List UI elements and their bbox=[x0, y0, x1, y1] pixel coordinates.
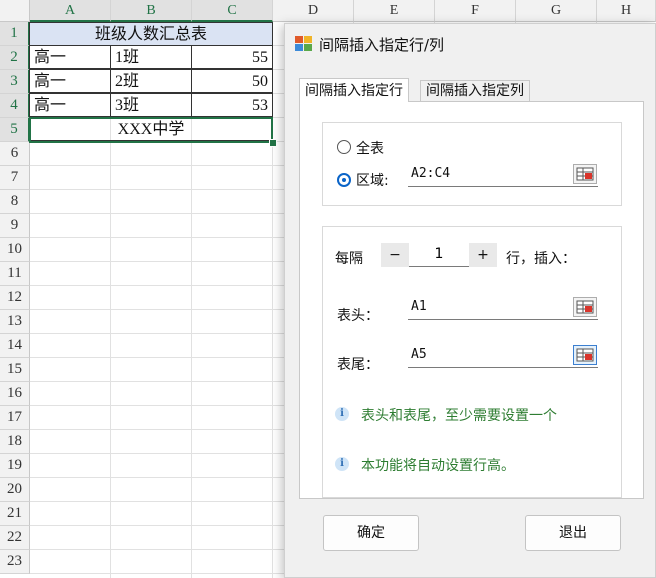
selection-border bbox=[29, 117, 273, 143]
row-header[interactable]: 3 bbox=[0, 70, 30, 94]
row-header[interactable]: 16 bbox=[0, 382, 30, 406]
select-all-corner[interactable] bbox=[0, 0, 30, 22]
row-header[interactable]: 11 bbox=[0, 262, 30, 286]
cell-b2[interactable]: 1班 bbox=[110, 45, 192, 69]
radio-all-label: 全表 bbox=[356, 141, 384, 157]
cell-a2[interactable]: 高一 bbox=[29, 45, 111, 69]
row-header[interactable]: 2 bbox=[0, 46, 30, 70]
footer-label: 表尾： bbox=[337, 357, 379, 373]
row-header[interactable]: 5 bbox=[0, 118, 30, 142]
row-header[interactable]: 15 bbox=[0, 358, 30, 382]
footer-input-value: A5 bbox=[411, 347, 427, 362]
column-header-h[interactable]: H bbox=[597, 0, 656, 22]
radio-range-label: 区域: bbox=[356, 173, 389, 189]
app-icon bbox=[295, 36, 312, 51]
dialog-titlebar[interactable]: 间隔插入指定行/列 bbox=[285, 24, 655, 64]
column-header-a[interactable]: A bbox=[30, 0, 111, 22]
fill-handle[interactable] bbox=[269, 139, 277, 147]
info-header-footer: 表头和表尾，至少需要设置一个 bbox=[361, 408, 557, 424]
range-input-value: A2:C4 bbox=[411, 166, 451, 181]
row-header[interactable]: 14 bbox=[0, 334, 30, 358]
tab-insert-rows[interactable]: 间隔插入指定行 bbox=[299, 78, 409, 102]
info-icon: i bbox=[335, 457, 349, 471]
exit-button[interactable]: 退出 bbox=[525, 515, 621, 551]
range-picker-icon bbox=[576, 167, 594, 181]
radio-all-table[interactable] bbox=[337, 140, 351, 154]
range-picker-button[interactable] bbox=[573, 164, 597, 184]
radio-range[interactable] bbox=[337, 173, 351, 187]
range-picker-icon bbox=[576, 348, 594, 362]
row-header[interactable]: 20 bbox=[0, 478, 30, 502]
row-header[interactable]: 10 bbox=[0, 238, 30, 262]
interval-input[interactable]: 1 bbox=[409, 243, 469, 267]
footer-picker-button[interactable] bbox=[573, 345, 597, 365]
row-header[interactable]: 6 bbox=[0, 142, 30, 166]
row-header[interactable]: 18 bbox=[0, 430, 30, 454]
row-insert-label: 行，插入： bbox=[506, 251, 576, 267]
row-header[interactable]: 8 bbox=[0, 190, 30, 214]
row-header[interactable]: 9 bbox=[0, 214, 30, 238]
column-header-b[interactable]: B bbox=[111, 0, 192, 22]
range-picker-icon bbox=[576, 300, 594, 314]
row-header[interactable]: 17 bbox=[0, 406, 30, 430]
range-group: 全表 区域: A2:C4 bbox=[322, 122, 622, 206]
cell-c2[interactable]: 55 bbox=[191, 45, 273, 69]
header-label: 表头： bbox=[337, 308, 379, 324]
row-header[interactable]: 13 bbox=[0, 310, 30, 334]
row-header[interactable]: 7 bbox=[0, 166, 30, 190]
range-input[interactable]: A2:C4 bbox=[408, 163, 598, 187]
cell-b3[interactable]: 2班 bbox=[110, 69, 192, 93]
row-header[interactable]: 4 bbox=[0, 94, 30, 118]
header-picker-button[interactable] bbox=[573, 297, 597, 317]
column-header-c[interactable]: C bbox=[192, 0, 273, 22]
row-header[interactable]: 12 bbox=[0, 286, 30, 310]
increment-button[interactable]: + bbox=[469, 243, 497, 267]
tab-panel: 全表 区域: A2:C4 每隔 − 1 + 行，插入： 表头： A1 表尾： A… bbox=[299, 101, 644, 499]
column-header-d[interactable]: D bbox=[273, 0, 354, 22]
column-header-g[interactable]: G bbox=[516, 0, 597, 22]
row-header[interactable]: 1 bbox=[0, 22, 30, 46]
column-header-f[interactable]: F bbox=[435, 0, 516, 22]
ok-button[interactable]: 确定 bbox=[323, 515, 419, 551]
row-header[interactable]: 23 bbox=[0, 550, 30, 574]
row-header[interactable]: 21 bbox=[0, 502, 30, 526]
header-input[interactable]: A1 bbox=[408, 296, 598, 320]
cell-title[interactable]: 班级人数汇总表 bbox=[29, 22, 273, 46]
decrement-button[interactable]: − bbox=[381, 243, 409, 267]
interval-stepper: − 1 + bbox=[381, 243, 497, 267]
dialog-title: 间隔插入指定行/列 bbox=[319, 36, 445, 54]
tab-insert-columns[interactable]: 间隔插入指定列 bbox=[420, 80, 530, 102]
cell-a4[interactable]: 高一 bbox=[29, 93, 111, 117]
cell-c3[interactable]: 50 bbox=[191, 69, 273, 93]
column-header-e[interactable]: E bbox=[354, 0, 435, 22]
cell-a3[interactable]: 高一 bbox=[29, 69, 111, 93]
row-header[interactable]: 22 bbox=[0, 526, 30, 550]
every-label: 每隔 bbox=[335, 251, 363, 267]
header-input-value: A1 bbox=[411, 299, 427, 314]
row-header[interactable]: 19 bbox=[0, 454, 30, 478]
info-icon: i bbox=[335, 407, 349, 421]
footer-input[interactable]: A5 bbox=[408, 344, 598, 368]
cell-b4[interactable]: 3班 bbox=[110, 93, 192, 117]
insert-dialog: 间隔插入指定行/列 间隔插入指定行 间隔插入指定列 全表 区域: A2:C4 每… bbox=[284, 23, 656, 578]
insert-options-group: 每隔 − 1 + 行，插入： 表头： A1 表尾： A5 i 表头和表尾，至少需… bbox=[322, 226, 622, 498]
cell-c4[interactable]: 53 bbox=[191, 93, 273, 117]
info-row-height: 本功能将自动设置行高。 bbox=[361, 458, 515, 474]
